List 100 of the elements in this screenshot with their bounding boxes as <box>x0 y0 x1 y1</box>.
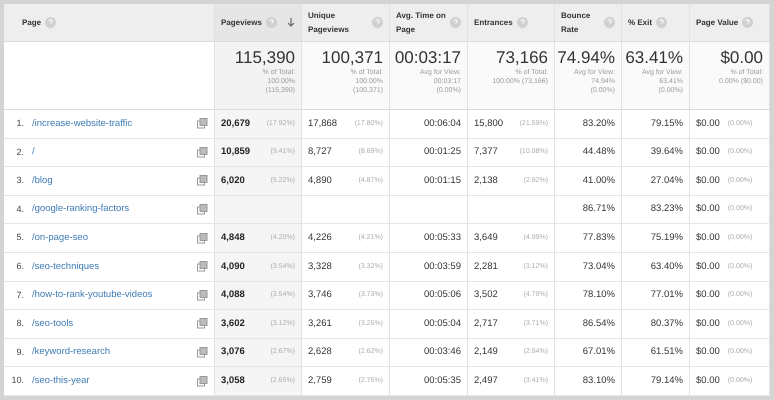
cell-value: 00:05:04 <box>424 316 461 331</box>
total-value: 73,166 <box>496 48 548 68</box>
page-link[interactable]: /how-to-rank-youtube-videos <box>32 288 152 302</box>
help-icon[interactable] <box>742 17 754 28</box>
cell-value: 80.37% <box>650 316 683 331</box>
help-icon[interactable] <box>266 17 277 28</box>
open-page-icon[interactable] <box>197 318 208 330</box>
cell-value: 7,377 <box>474 145 498 160</box>
column-label: Entrances <box>474 16 513 28</box>
cell-value: 00:06:04 <box>424 116 461 131</box>
column-label: Page Value <box>696 16 738 29</box>
cell-value: $0.00 <box>696 288 720 302</box>
column-label: Avg. Time on Page <box>396 10 446 36</box>
help-icon[interactable] <box>656 17 668 28</box>
cell-value: $0.00 <box>696 231 720 246</box>
cell-value: 3,502 <box>474 288 498 302</box>
total-value: 100,371 <box>322 48 383 68</box>
cell-value: 17,868 <box>308 116 338 131</box>
cell-value: 27.04% <box>650 174 683 188</box>
cell-value: 00:01:15 <box>424 174 461 188</box>
total-value: 63.41% <box>625 48 683 68</box>
cell-value: 3,602 <box>221 316 245 331</box>
help-icon[interactable] <box>604 17 615 28</box>
cell-value: 75.19% <box>650 231 683 246</box>
cell-value: 4,090 <box>221 260 245 274</box>
column-header[interactable]: Pageviews <box>215 4 302 41</box>
cell-value: $0.00 <box>696 174 720 188</box>
help-icon[interactable] <box>45 17 56 28</box>
page-link[interactable]: /seo-tools <box>32 316 74 332</box>
help-icon[interactable] <box>516 17 528 28</box>
page-link[interactable]: / <box>32 145 35 160</box>
help-icon[interactable] <box>372 17 383 28</box>
cell-value: $0.00 <box>696 202 720 216</box>
total-value: 115,390 <box>234 48 295 68</box>
cell-value: 3,058 <box>221 374 245 388</box>
row-number: 3. <box>15 174 25 188</box>
page-link[interactable]: /blog <box>32 174 53 188</box>
cell-value: 4,848 <box>221 231 245 246</box>
total-value: $0.00 <box>720 48 763 68</box>
cell-value: 00:05:35 <box>424 374 461 388</box>
open-page-icon[interactable] <box>197 118 208 130</box>
sort-down-icon[interactable] <box>287 18 295 28</box>
cell-value: 00:03:59 <box>424 260 461 274</box>
total-value: 74.94% <box>557 48 615 68</box>
column-label: Pageviews <box>221 16 262 29</box>
page-link[interactable]: /seo-techniques <box>32 260 100 274</box>
cell-value: 2,138 <box>474 174 498 188</box>
open-page-icon[interactable] <box>197 347 208 358</box>
page-link[interactable]: /increase-website-traffic <box>32 116 132 131</box>
cell-value: 83.23% <box>650 202 683 216</box>
column-label: Unique Pageviews <box>308 10 350 36</box>
row-number: 6. <box>15 260 25 274</box>
cell-value: 79.15% <box>650 116 683 131</box>
cell-value: 8,727 <box>308 145 332 160</box>
cell-value: 61.51% <box>650 345 683 360</box>
row-number: 5. <box>15 231 25 244</box>
row-number: 7. <box>15 288 25 302</box>
cell-value: 67.01% <box>582 345 615 360</box>
cell-value: 44.48% <box>582 145 615 160</box>
cell-value: 2,628 <box>308 345 332 360</box>
row-number: 10. <box>10 374 25 388</box>
open-page-icon[interactable] <box>197 376 208 387</box>
cell-value: $0.00 <box>696 145 720 160</box>
cell-value: 78.10% <box>582 288 615 302</box>
cell-value: 3,076 <box>221 345 245 360</box>
cell-value: 00:05:33 <box>424 231 461 246</box>
cell-value: 3,746 <box>308 288 332 302</box>
cell-value: 83.20% <box>582 116 615 131</box>
cell-value: 2,149 <box>474 345 498 360</box>
cell-value: 00:01:25 <box>424 145 461 160</box>
open-page-icon[interactable] <box>197 261 208 272</box>
page-link[interactable]: /seo-this-year <box>32 374 90 388</box>
page-link[interactable]: /keyword-research <box>32 345 110 360</box>
total-value: 00:03:17 <box>394 48 461 68</box>
cell-value: 15,800 <box>474 116 504 131</box>
column-label: Bounce Rate <box>561 10 592 36</box>
open-page-icon[interactable] <box>197 175 208 186</box>
cell-value: 83.10% <box>582 374 615 388</box>
help-icon[interactable] <box>450 17 461 28</box>
row-number: 1. <box>15 117 25 130</box>
open-page-icon[interactable] <box>197 204 208 216</box>
cell-value: 2,281 <box>474 260 498 274</box>
page-link[interactable]: /google-ranking-factors <box>32 202 130 217</box>
cell-value: 3,328 <box>308 260 332 274</box>
open-page-icon[interactable] <box>197 146 208 158</box>
open-page-icon[interactable] <box>197 290 208 301</box>
cell-value: 39.64% <box>650 145 683 160</box>
cell-value: 2,717 <box>474 316 498 331</box>
column-label: % Exit <box>628 16 652 28</box>
row-number: 9. <box>15 346 25 359</box>
cell-value: $0.00 <box>696 260 720 274</box>
cell-value: 77.83% <box>582 231 615 246</box>
cell-value: 6,020 <box>221 174 245 188</box>
row-number: 4. <box>15 202 25 216</box>
cell-value: 79.14% <box>650 374 683 388</box>
page-link[interactable]: /on-page-seo <box>32 231 88 246</box>
open-page-icon[interactable] <box>197 232 208 244</box>
cell-value: 77.01% <box>650 288 683 302</box>
cell-value: $0.00 <box>696 116 720 131</box>
cell-value: 2,759 <box>308 374 332 388</box>
